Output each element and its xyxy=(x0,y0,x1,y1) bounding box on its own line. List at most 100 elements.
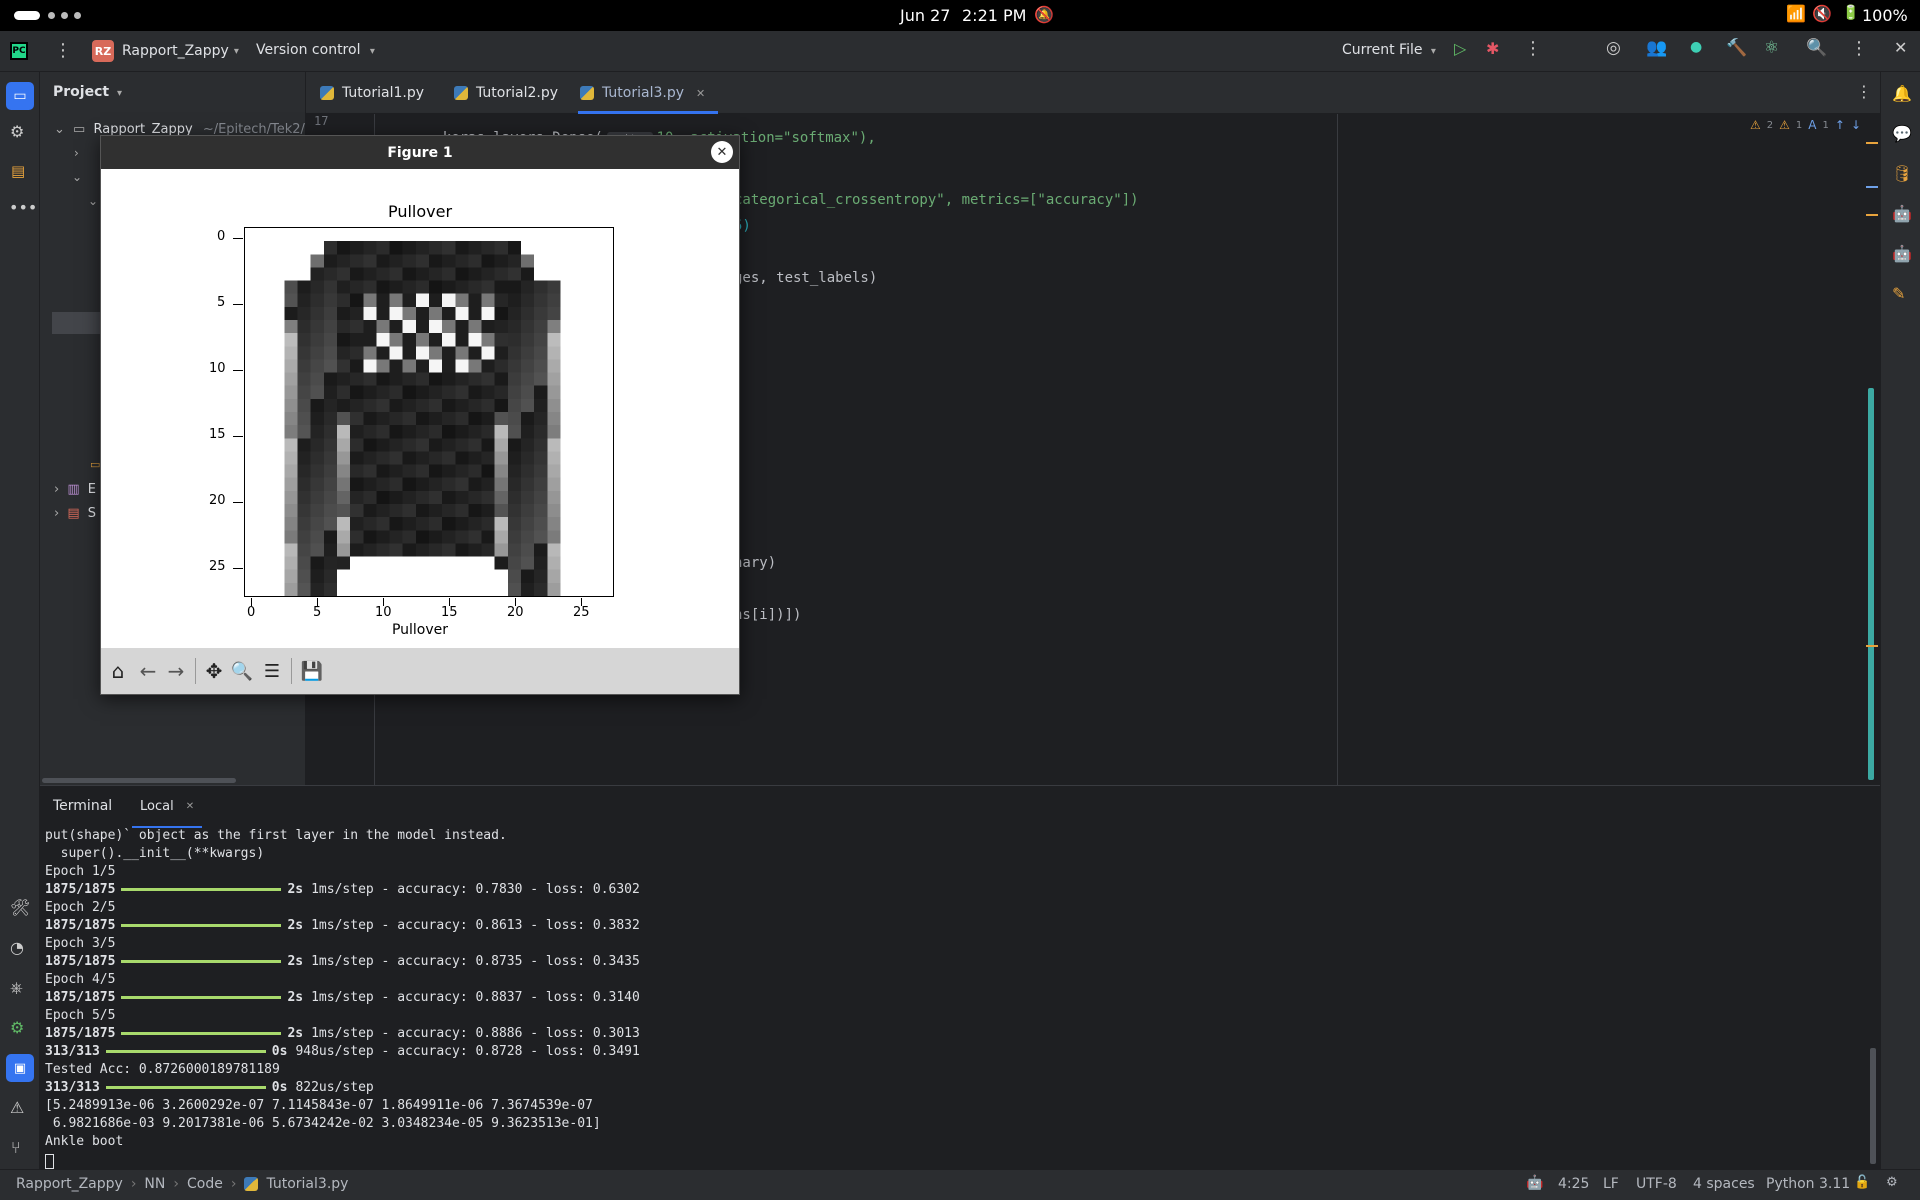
database-icon[interactable]: 🛢 xyxy=(1892,164,1912,183)
image-pixel xyxy=(415,333,429,347)
chevron-down-icon[interactable]: ⌄ xyxy=(72,170,82,184)
image-pixel xyxy=(323,477,337,491)
file-encoding[interactable]: UTF-8 xyxy=(1636,1176,1677,1192)
image-pixel xyxy=(310,569,324,583)
prev-highlight-icon[interactable]: ↑ xyxy=(1835,118,1845,132)
image-pixel xyxy=(415,464,429,478)
caret-position[interactable]: 4:25 xyxy=(1558,1176,1589,1192)
terminal-output[interactable]: put(shape)` object as the first layer in… xyxy=(40,828,1880,1169)
wifi-icon[interactable]: 📶 xyxy=(1786,4,1806,23)
figure-titlebar[interactable]: Figure 1 ✕ xyxy=(101,136,739,169)
notifications-icon[interactable]: 🔔 xyxy=(1892,84,1912,103)
python-console-icon[interactable]: ◔ xyxy=(10,938,24,957)
error-stripe-mark xyxy=(1866,186,1878,188)
more-tools-icon[interactable]: ••• xyxy=(9,198,37,217)
build-icon[interactable]: 🔨 xyxy=(1726,38,1747,58)
plugins-tool-icon[interactable]: ⚙ xyxy=(10,122,24,141)
structure-tool-icon[interactable]: ▤ xyxy=(11,162,25,180)
lock-icon[interactable]: 🔓 xyxy=(1854,1175,1870,1190)
image-pixel xyxy=(363,280,377,294)
project-switcher[interactable]: RZ Rapport_Zappy ▾ xyxy=(92,40,239,62)
image-pixel xyxy=(455,425,469,439)
tree-item-external-libs[interactable]: › ▥ E xyxy=(54,482,96,497)
tree-item-scratches[interactable]: › ▤ S xyxy=(54,506,96,521)
breadcrumb-item[interactable]: NN xyxy=(144,1176,165,1192)
dnd-icon[interactable]: 🔕 xyxy=(1034,5,1054,24)
home-icon[interactable]: ⌂ xyxy=(105,648,131,694)
image-pixel xyxy=(297,359,311,373)
close-session-icon[interactable]: ✕ xyxy=(186,801,194,812)
image-pixel xyxy=(363,385,377,399)
tab-tutorial2[interactable]: Tutorial2.py xyxy=(454,72,558,114)
terminal-session-tab[interactable]: Local ✕ xyxy=(132,786,203,828)
vertical-scrollbar[interactable] xyxy=(1868,388,1874,780)
back-icon[interactable]: ← xyxy=(135,648,161,694)
image-plot[interactable] xyxy=(244,227,614,597)
close-tab-icon[interactable]: ✕ xyxy=(696,87,705,100)
figure-window[interactable]: Figure 1 ✕ Pullover 0 5 10 15 20 25 0 5 … xyxy=(100,135,740,695)
settings-tool-icon[interactable]: ⚙ xyxy=(10,1018,24,1037)
coverage-icon[interactable]: ✎ xyxy=(1892,284,1905,303)
tab-actions-icon[interactable]: ⋮ xyxy=(1856,82,1872,101)
image-pixel xyxy=(429,346,443,360)
ai-chat-icon[interactable]: 💬 xyxy=(1892,124,1912,143)
close-figure-button[interactable]: ✕ xyxy=(711,141,733,163)
search-icon[interactable]: 🔍 xyxy=(1806,38,1827,58)
interpreter[interactable]: Python 3.11 xyxy=(1766,1176,1850,1192)
image-pixel xyxy=(534,333,548,347)
image-pixel xyxy=(376,504,390,518)
problems-tool-icon[interactable]: ⚠ xyxy=(10,1098,24,1117)
atom-icon[interactable]: ⚛ xyxy=(1764,38,1779,58)
settings-menu-icon[interactable]: ⋮ xyxy=(1850,38,1868,59)
battery-icon[interactable]: 🔋 xyxy=(1842,5,1859,21)
line-separator[interactable]: LF xyxy=(1603,1176,1619,1192)
vcs-switcher[interactable]: Version control ▾ xyxy=(256,42,375,58)
collab-icon[interactable]: 👥 xyxy=(1646,38,1667,58)
python-packages-icon[interactable]: ⎈ xyxy=(10,978,23,998)
debug-icon[interactable]: ✱ xyxy=(1486,39,1499,58)
indent-setting[interactable]: 4 spaces xyxy=(1693,1176,1755,1192)
typo-icon: A xyxy=(1808,118,1817,132)
main-menu-icon[interactable]: ⋮ xyxy=(54,40,72,61)
image-pixel xyxy=(507,254,521,268)
image-pixel xyxy=(455,490,469,504)
mute-icon[interactable]: 🔇 xyxy=(1812,4,1832,23)
terminal-tool-icon[interactable]: ▣ xyxy=(6,1054,34,1082)
ide-status-bar: Rapport_Zappy › NN › Code › Tutorial3.py… xyxy=(0,1169,1920,1200)
pan-icon[interactable]: ✥ xyxy=(201,648,227,694)
git-tool-icon[interactable]: ⑂ xyxy=(11,1138,21,1157)
copilot-chat-icon[interactable]: 🤖 xyxy=(1892,244,1912,263)
chevron-right-icon[interactable]: › xyxy=(74,146,79,160)
horizontal-scrollbar[interactable] xyxy=(42,778,236,783)
plugin-icon[interactable]: ● xyxy=(1690,39,1702,55)
image-pixel xyxy=(310,438,324,452)
chevron-down-icon[interactable]: ⌄ xyxy=(88,194,98,208)
configure-icon[interactable]: ☰ xyxy=(259,648,285,694)
zoom-icon[interactable]: 🔍 xyxy=(229,648,255,694)
next-highlight-icon[interactable]: ↓ xyxy=(1851,118,1861,132)
copilot-status-icon[interactable]: 🤖 xyxy=(1526,1175,1543,1191)
run-config-selector[interactable]: Current File ▾ xyxy=(1342,42,1436,58)
memory-indicator-icon[interactable]: ⚙ xyxy=(1886,1175,1898,1190)
ai-assistant-icon[interactable]: ◎ xyxy=(1606,38,1621,58)
breadcrumb-item[interactable]: Rapport_Zappy xyxy=(16,1176,123,1192)
image-pixel xyxy=(376,412,390,426)
image-pixel xyxy=(547,346,561,360)
project-panel-header[interactable]: Project ▾ xyxy=(53,84,122,100)
breadcrumb-item[interactable]: Code xyxy=(187,1176,223,1192)
more-actions-icon[interactable]: ⋮ xyxy=(1524,38,1542,59)
image-pixel xyxy=(547,425,561,439)
pycharm-logo-icon[interactable]: PC xyxy=(10,42,28,60)
terminal-scrollbar[interactable] xyxy=(1870,1048,1876,1164)
tab-tutorial3[interactable]: Tutorial3.py ✕ xyxy=(580,72,705,114)
forward-icon[interactable]: → xyxy=(163,648,189,694)
save-icon[interactable]: 💾 xyxy=(299,648,325,694)
close-window-icon[interactable]: ✕ xyxy=(1894,38,1907,57)
tab-tutorial1[interactable]: Tutorial1.py xyxy=(320,72,424,114)
run-icon[interactable]: ▷ xyxy=(1454,39,1466,58)
inspection-widget[interactable]: ⚠ 2 ⚠ 1 A1 ↑ ↓ xyxy=(1750,118,1861,132)
project-tool-icon[interactable]: ▭ xyxy=(6,82,34,110)
breadcrumb-item[interactable]: Tutorial3.py xyxy=(266,1176,348,1192)
copilot-icon[interactable]: 🤖 xyxy=(1892,204,1912,223)
services-tool-icon[interactable]: 🛠 xyxy=(10,898,30,917)
